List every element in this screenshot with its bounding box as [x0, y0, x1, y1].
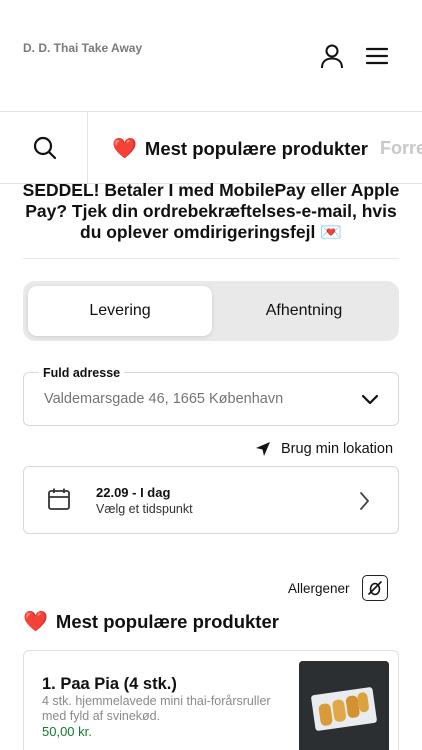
address-select[interactable] [23, 372, 399, 426]
divider [23, 258, 399, 259]
location-arrow-icon [256, 442, 270, 456]
delivery-option-button[interactable]: Levering [28, 286, 212, 336]
restaurant-name[interactable]: D. D. Thai Take Away [23, 41, 153, 56]
product-card[interactable]: 1. Paa Pia (4 stk.) 4 stk. hjemmelavede … [23, 650, 399, 750]
product-image [299, 661, 389, 750]
use-location-button[interactable]: Brug min lokation [255, 441, 393, 457]
payment-notice: SEDDEL! Betaler I med MobilePay eller Ap… [20, 180, 402, 243]
heart-icon: ❤️ [23, 611, 48, 633]
search-button[interactable] [0, 112, 88, 183]
product-description: 4 stk. hjemmelavede mini thai-forårsrull… [42, 694, 271, 723]
category-bar: ❤️ Mest populære produkter Forret [0, 112, 422, 184]
product-name: 1. Paa Pia (4 stk.) [42, 675, 177, 693]
allergen-filter[interactable]: Allergener [288, 575, 388, 601]
choose-time-label: Vælg et tidspunkt [96, 502, 193, 516]
chevron-right-icon [360, 492, 369, 510]
notice-text: SEDDEL! Betaler I med MobilePay eller Ap… [22, 180, 400, 242]
selected-date: 22.09 - I dag [96, 485, 171, 500]
category-tab-next[interactable]: Forret [380, 138, 422, 159]
section-title: ❤️ Mest populære produkter [23, 609, 279, 634]
calendar-icon [48, 488, 70, 510]
address-field-label: Fuld adresse [39, 366, 125, 380]
chevron-down-icon [361, 394, 379, 405]
address-input[interactable] [44, 391, 344, 407]
pickup-option-button[interactable]: Afhentning [212, 286, 396, 336]
use-location-label: Brug min lokation [281, 441, 394, 457]
love-letter-icon: 💌 [320, 222, 342, 242]
delivery-mode-toggle: Levering Afhentning [23, 281, 399, 341]
allergen-filter-icon[interactable] [361, 575, 388, 601]
allergen-label: Allergener [288, 580, 350, 596]
heart-icon: ❤️ [112, 138, 137, 160]
category-tab-label: Mest populære produkter [144, 137, 368, 159]
app-header: D. D. Thai Take Away [0, 0, 422, 112]
product-price: 50,00 kr. [42, 724, 92, 739]
time-picker[interactable]: 22.09 - I dag Vælg et tidspunkt [23, 466, 399, 534]
hamburger-menu-icon[interactable] [364, 44, 390, 68]
category-tab-popular[interactable]: ❤️ Mest populære produkter [112, 136, 368, 161]
search-icon [33, 136, 57, 160]
section-title-text: Mest populære produkter [55, 610, 279, 632]
user-icon[interactable] [318, 42, 346, 70]
